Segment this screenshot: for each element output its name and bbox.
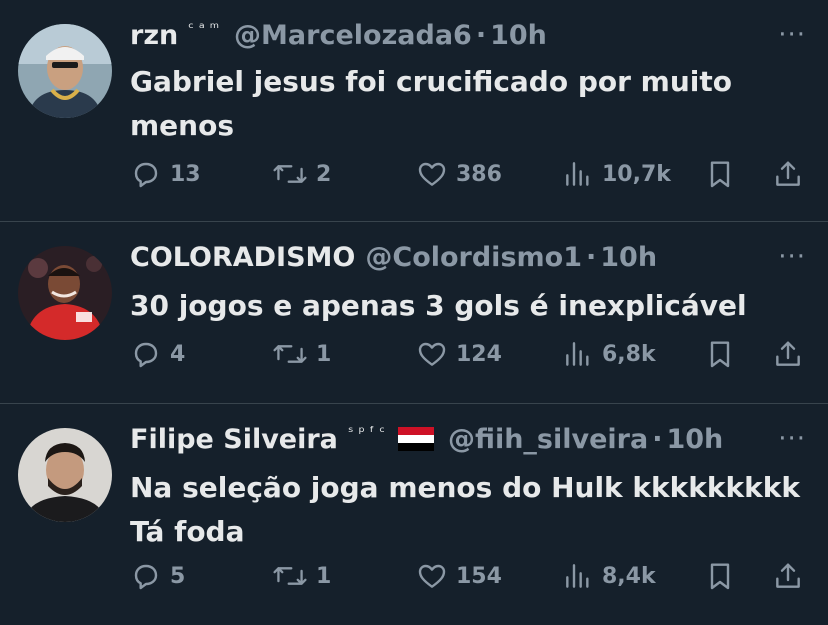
timestamp[interactable]: 10h — [490, 20, 547, 51]
flag-icon — [397, 427, 434, 451]
reply-count: 5 — [170, 563, 186, 589]
retweet-button[interactable]: 1 — [272, 338, 331, 370]
bookmark-icon — [710, 161, 730, 188]
tweet[interactable]: rzn ᶜᵃᵐ @Marcelozada6 · 10h ··· Gabriel … — [0, 0, 828, 222]
reply-feed: rzn ᶜᵃᵐ @Marcelozada6 · 10h ··· Gabriel … — [0, 0, 828, 625]
reply-button[interactable]: 4 — [130, 338, 185, 370]
separator-dot: · — [652, 424, 663, 455]
tweet-header: rzn ᶜᵃᵐ @Marcelozada6 · 10h — [130, 19, 547, 56]
analytics-icon — [566, 564, 589, 588]
views-button[interactable]: 8,4k — [562, 560, 656, 592]
tweet-text: Gabriel jesus foi crucificado por muito … — [130, 60, 810, 148]
avatar[interactable] — [18, 428, 112, 522]
avatar[interactable] — [18, 24, 112, 118]
user-handle[interactable]: @fiih_silveira — [448, 424, 648, 455]
tweet-header: Filipe Silveira ˢᵖᶠᶜ @fiih_silveira · 10… — [130, 423, 723, 460]
views-button[interactable]: 10,7k — [562, 158, 671, 190]
separator-dot: · — [585, 242, 597, 273]
display-name[interactable]: Filipe Silveira — [130, 424, 338, 455]
retweet-button[interactable]: 2 — [272, 158, 331, 190]
share-button[interactable] — [772, 560, 804, 592]
retweet-count: 1 — [316, 563, 332, 589]
user-handle[interactable]: @Marcelozada6 — [234, 20, 472, 51]
like-button[interactable]: 386 — [416, 158, 502, 190]
tweet[interactable]: COLORADISMO @Colordismo1 · 10h ··· 30 jo… — [0, 222, 828, 404]
like-button[interactable]: 154 — [416, 560, 502, 592]
view-count: 8,4k — [602, 563, 656, 589]
reply-icon — [134, 564, 158, 590]
action-bar: 5 1 154 8,4k — [130, 560, 828, 600]
tweet[interactable]: Filipe Silveira ˢᵖᶠᶜ @fiih_silveira · 10… — [0, 404, 828, 625]
heart-icon — [418, 162, 446, 186]
share-icon — [776, 161, 800, 186]
retweet-icon — [273, 567, 307, 585]
like-button[interactable]: 124 — [416, 338, 502, 370]
avatar[interactable] — [18, 246, 112, 340]
share-button[interactable] — [772, 338, 804, 370]
retweet-icon — [273, 165, 307, 183]
action-bar: 4 1 124 6,8k — [130, 338, 828, 378]
retweet-count: 2 — [316, 161, 332, 187]
heart-icon — [418, 564, 446, 588]
retweet-button[interactable]: 1 — [272, 560, 331, 592]
tweet-text: Na seleção joga menos do Hulk kkkkkkkkk … — [130, 466, 810, 554]
bookmark-icon — [710, 563, 730, 590]
reply-button[interactable]: 5 — [130, 560, 185, 592]
bookmark-button[interactable] — [704, 158, 736, 190]
tweet-text-line: menos — [130, 109, 235, 142]
share-icon — [776, 563, 800, 588]
reply-count: 4 — [170, 341, 186, 367]
more-options-icon[interactable]: ··· — [778, 424, 806, 454]
reply-icon — [134, 342, 158, 368]
more-options-icon[interactable]: ··· — [778, 20, 806, 50]
like-count: 386 — [456, 161, 502, 187]
views-button[interactable]: 6,8k — [562, 338, 656, 370]
reply-button[interactable]: 13 — [130, 158, 201, 190]
reply-icon — [134, 162, 158, 188]
tweet-header: COLORADISMO @Colordismo1 · 10h — [130, 242, 657, 278]
bookmark-button[interactable] — [704, 338, 736, 370]
tweet-text-line: Na seleção joga menos do Hulk kkkkkkkkk — [130, 471, 801, 504]
name-superscript: ᶜᵃᵐ — [188, 19, 225, 37]
view-count: 6,8k — [602, 341, 656, 367]
user-handle[interactable]: @Colordismo1 — [365, 242, 582, 273]
tweet-text-line: Gabriel jesus foi crucificado por muito — [130, 65, 732, 98]
timestamp[interactable]: 10h — [600, 242, 657, 273]
retweet-icon — [273, 345, 307, 363]
like-count: 154 — [456, 563, 502, 589]
name-superscript: ˢᵖᶠᶜ — [347, 423, 390, 441]
reply-count: 13 — [170, 161, 201, 187]
share-icon — [776, 341, 800, 366]
separator-dot: · — [475, 20, 487, 51]
tweet-text-line: 30 jogos e apenas 3 gols é inexplicável — [130, 289, 747, 322]
analytics-icon — [566, 162, 589, 186]
action-bar: 13 2 386 10,7k — [130, 158, 828, 198]
timestamp[interactable]: 10h — [666, 424, 723, 455]
bookmark-button[interactable] — [704, 560, 736, 592]
display-name[interactable]: rzn — [130, 20, 178, 51]
heart-icon — [418, 342, 446, 366]
view-count: 10,7k — [602, 161, 671, 187]
bookmark-icon — [710, 341, 730, 368]
retweet-count: 1 — [316, 341, 332, 367]
display-name[interactable]: COLORADISMO — [130, 242, 355, 273]
tweet-text: 30 jogos e apenas 3 gols é inexplicável — [130, 284, 810, 328]
share-button[interactable] — [772, 158, 804, 190]
like-count: 124 — [456, 341, 502, 367]
analytics-icon — [566, 342, 589, 366]
more-options-icon[interactable]: ··· — [778, 242, 806, 272]
tweet-text-line: Tá foda — [130, 515, 245, 548]
